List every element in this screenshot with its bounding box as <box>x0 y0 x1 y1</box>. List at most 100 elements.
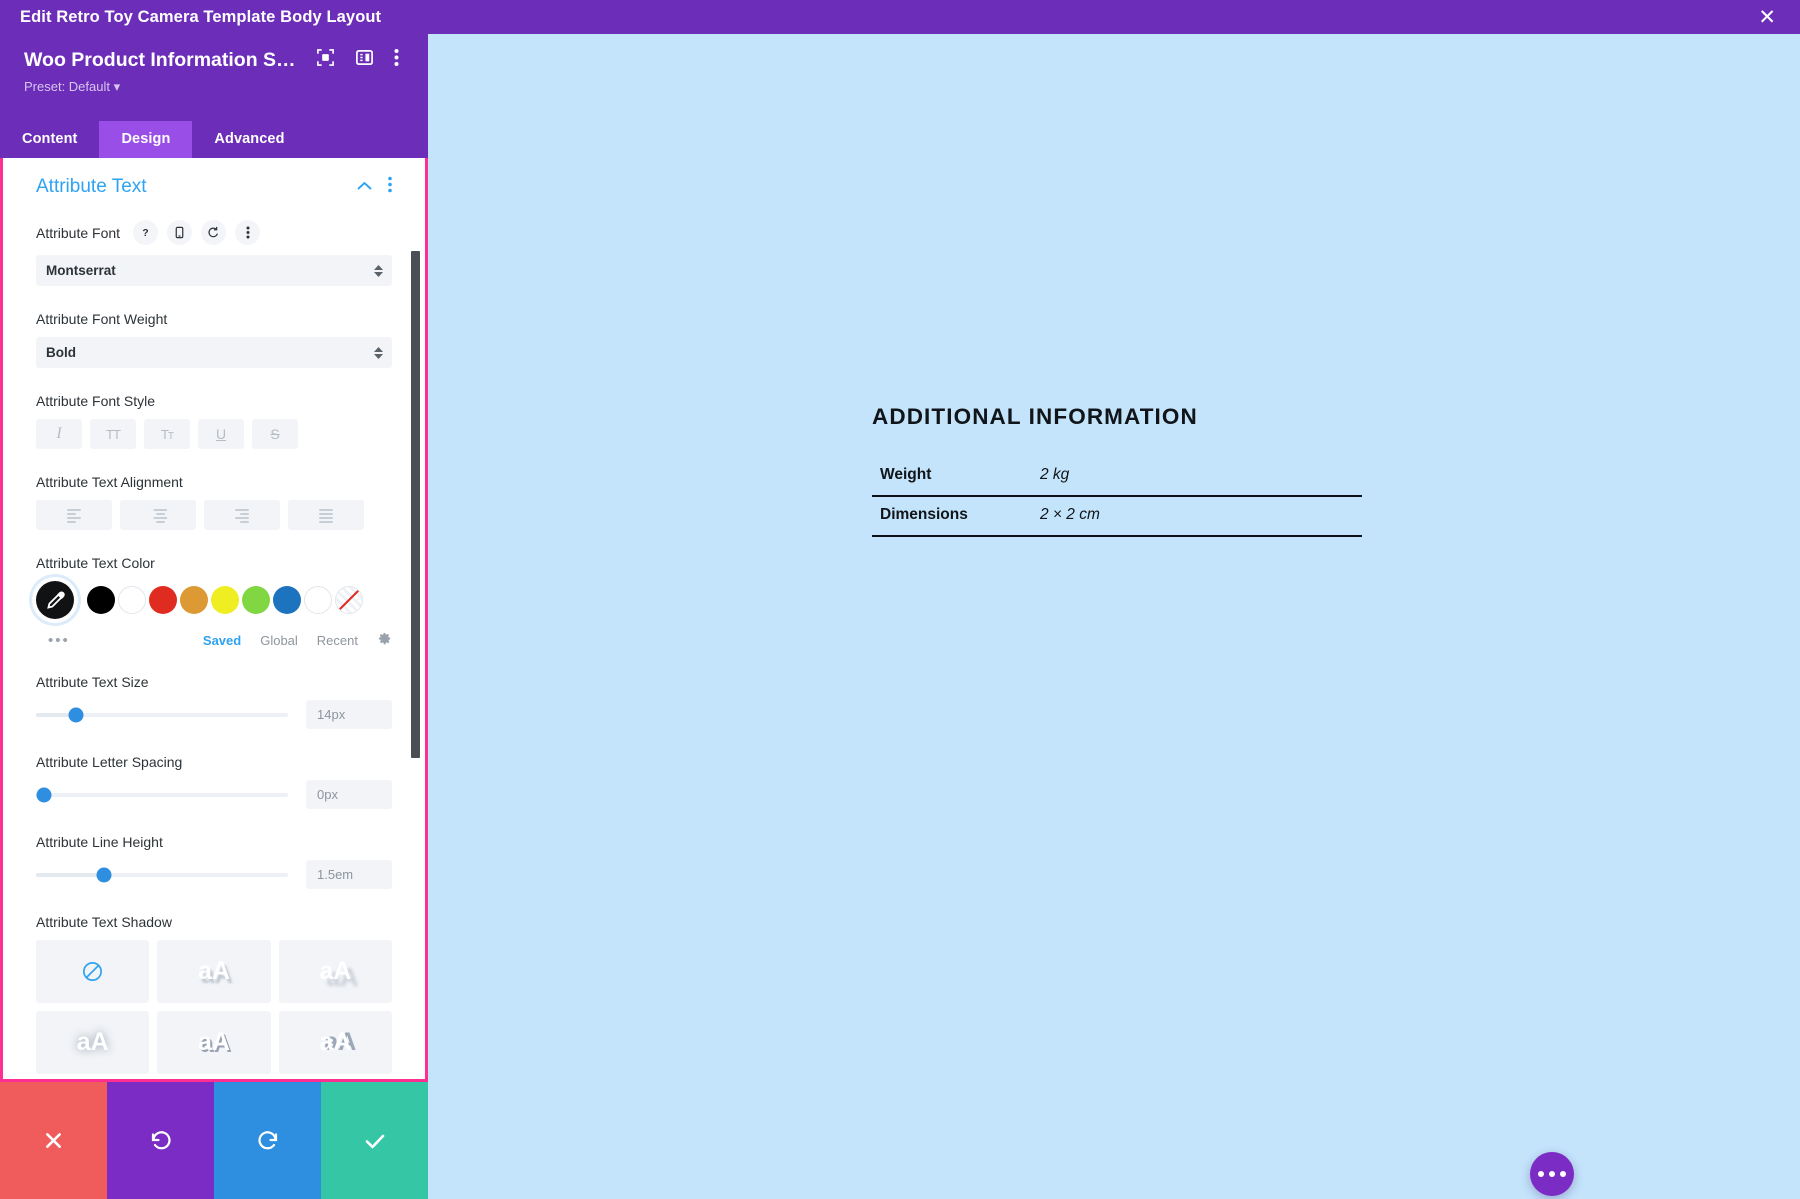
field-label: Attribute Text Size <box>36 674 149 690</box>
color-tab-global[interactable]: Global <box>260 633 298 648</box>
field-attribute-text-color: Attribute Text Color ••• Saved Global Rece… <box>36 555 392 649</box>
shadow-preset-5[interactable]: aA <box>279 1011 392 1074</box>
field-attribute-text-size: Attribute Text Size 14px <box>36 674 392 729</box>
letter-spacing-input[interactable]: 0px <box>306 780 392 809</box>
vertical-dots-icon[interactable] <box>388 176 392 198</box>
field-label: Attribute Line Height <box>36 834 163 850</box>
swatch-black[interactable] <box>87 586 115 614</box>
shadow-preset-1[interactable]: aA <box>157 940 270 1003</box>
field-label: Attribute Font <box>36 225 120 241</box>
svg-text:?: ? <box>142 228 148 239</box>
shadow-preset-4[interactable]: aA <box>157 1011 270 1074</box>
close-icon[interactable]: ✕ <box>1752 5 1782 30</box>
chevron-down-icon: ▾ <box>114 79 121 94</box>
modal-body: Attribute Text Attribute Font <box>0 158 428 1082</box>
swatch-white-2[interactable] <box>304 586 332 614</box>
module-settings-modal: Woo Product Information S… <box>0 34 428 1199</box>
align-justify-button[interactable] <box>288 500 364 530</box>
line-height-input[interactable]: 1.5em <box>306 860 392 889</box>
shadow-none[interactable] <box>36 940 149 1003</box>
swatch-orange[interactable] <box>180 586 208 614</box>
reset-icon[interactable] <box>201 220 226 245</box>
stepper-icon <box>374 347 383 359</box>
slider-handle[interactable] <box>69 707 84 722</box>
attribute-font-weight-select[interactable]: Bold <box>36 337 392 368</box>
modal-header: Woo Product Information S… <box>0 34 428 121</box>
color-tab-saved[interactable]: Saved <box>203 633 241 648</box>
select-value: Montserrat <box>46 263 116 278</box>
swatch-transparent[interactable] <box>335 586 363 614</box>
text-size-slider[interactable] <box>36 713 288 717</box>
vertical-dots-icon[interactable] <box>394 48 399 72</box>
align-center-button[interactable] <box>120 500 196 530</box>
cancel-button[interactable] <box>0 1082 107 1199</box>
attribute-name: Weight <box>872 457 1032 496</box>
eyedropper-icon[interactable] <box>36 581 74 619</box>
focus-target-icon[interactable] <box>316 48 335 72</box>
settings-scroll-area: Attribute Text Attribute Font <box>3 158 425 1079</box>
smallcaps-button[interactable]: TT <box>144 419 190 449</box>
redo-button[interactable] <box>214 1082 321 1199</box>
more-colors-icon[interactable]: ••• <box>48 632 70 649</box>
underline-button[interactable]: U <box>198 419 244 449</box>
slider-handle[interactable] <box>97 867 112 882</box>
swatch-red[interactable] <box>149 586 177 614</box>
tab-design[interactable]: Design <box>99 121 192 158</box>
align-left-button[interactable] <box>36 500 112 530</box>
swatch-green[interactable] <box>242 586 270 614</box>
layout-panel-icon[interactable] <box>355 48 374 72</box>
scrollbar-thumb[interactable] <box>411 251 420 758</box>
attribute-font-select[interactable]: Montserrat <box>36 255 392 286</box>
tab-content[interactable]: Content <box>0 121 99 158</box>
field-attribute-line-height: Attribute Line Height 1.5em <box>36 834 392 889</box>
font-style-button-group: I TT TT US <box>36 419 392 449</box>
tab-advanced[interactable]: Advanced <box>192 121 306 158</box>
editor-canvas: ADDITIONAL INFORMATION Weight 2 kg Dimen… <box>428 34 1800 1199</box>
product-attributes-table: Weight 2 kg Dimensions 2 × 2 cm <box>872 457 1362 537</box>
uppercase-button[interactable]: TT <box>90 419 136 449</box>
swatch-white[interactable] <box>118 586 146 614</box>
section-title: Attribute Text <box>36 176 147 198</box>
italic-button[interactable]: I <box>36 419 82 449</box>
modal-action-bar <box>0 1082 428 1199</box>
shadow-preset-3[interactable]: aA <box>36 1011 149 1074</box>
field-label: Attribute Text Color <box>36 555 155 571</box>
text-alignment-button-group <box>36 500 392 530</box>
window-title: Edit Retro Toy Camera Template Body Layo… <box>20 8 381 27</box>
field-label: Attribute Font Style <box>36 393 155 409</box>
responsive-icon[interactable] <box>167 220 192 245</box>
window-titlebar: Edit Retro Toy Camera Template Body Layo… <box>0 0 1800 34</box>
field-attribute-text-alignment: Attribute Text Alignment <box>36 474 392 530</box>
field-label: Attribute Font Weight <box>36 311 167 327</box>
dot-icon <box>1560 1171 1566 1177</box>
line-height-slider[interactable] <box>36 873 288 877</box>
help-icon[interactable]: ? <box>133 220 158 245</box>
shadow-preset-2[interactable]: aA <box>279 940 392 1003</box>
field-attribute-letter-spacing: Attribute Letter Spacing 0px <box>36 754 392 809</box>
chevron-up-icon[interactable] <box>357 178 372 196</box>
preset-selector[interactable]: Preset: Default ▾ <box>24 79 410 95</box>
strikethrough-button[interactable]: S <box>252 419 298 449</box>
additional-information-block: ADDITIONAL INFORMATION Weight 2 kg Dimen… <box>872 404 1362 537</box>
text-size-input[interactable]: 14px <box>306 700 392 729</box>
field-attribute-font-style: Attribute Font Style I TT TT US <box>36 393 392 449</box>
section-header-attribute-text: Attribute Text <box>36 176 392 198</box>
gear-icon[interactable] <box>377 631 392 649</box>
attribute-value: 2 kg <box>1032 457 1362 496</box>
preset-label: Preset: Default <box>24 79 110 94</box>
vertical-dots-icon[interactable] <box>235 220 260 245</box>
page-settings-fab[interactable] <box>1530 1152 1574 1196</box>
swatch-blue[interactable] <box>273 586 301 614</box>
undo-button[interactable] <box>107 1082 214 1199</box>
field-attribute-text-shadow: Attribute Text Shadow aAaAaAaAaA <box>36 914 392 1074</box>
attribute-name: Dimensions <box>872 496 1032 536</box>
text-shadow-option-grid: aAaAaAaAaA <box>36 940 392 1074</box>
swatch-yellow[interactable] <box>211 586 239 614</box>
align-right-button[interactable] <box>204 500 280 530</box>
attribute-value: 2 × 2 cm <box>1032 496 1362 536</box>
letter-spacing-slider[interactable] <box>36 793 288 797</box>
color-swatch-row <box>36 581 392 619</box>
slider-handle[interactable] <box>36 787 51 802</box>
color-tab-recent[interactable]: Recent <box>317 633 358 648</box>
save-button[interactable] <box>321 1082 428 1199</box>
